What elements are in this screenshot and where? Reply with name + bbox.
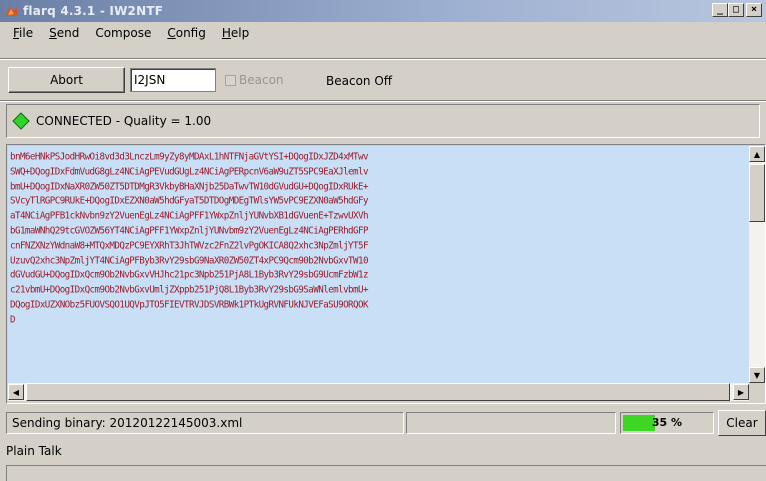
text-line: DQogIDxUZXNObz5FUOVSQO1UQVpJTO5FIEVTRVJD… xyxy=(10,299,368,311)
menu-file[interactable]: File xyxy=(5,26,41,40)
checkbox-box xyxy=(225,74,236,86)
text-line: SWQ+DQogIDxFdmVudG8gLz4NCiAgPEVudGUgLz4N… xyxy=(10,165,368,178)
text-line: dGVudGU+DQogIDxQcm9Ob2NvbGxvVHJhc21pc3Np… xyxy=(10,269,368,281)
scroll-up-icon[interactable]: ▲ xyxy=(749,146,765,162)
menu-help[interactable]: Help xyxy=(214,26,257,40)
text-line: UzuvQ2xhc3NpZmljYT4NCiAgPFByb3RvY29sbG9N… xyxy=(10,254,368,267)
text-line: bG1maWNhQ29tcGVOZW56YT4NCiAgPFF1YWxpZnlj… xyxy=(10,225,368,237)
flarq-app-icon xyxy=(4,3,20,19)
connected-diamond-icon xyxy=(12,112,30,130)
toolbar-divider xyxy=(0,100,766,102)
menu-compose[interactable]: Compose xyxy=(87,26,159,40)
title-bar: flarq 4.3.1 - IW2NTF _ □ × xyxy=(0,0,766,22)
plain-talk-label: Plain Talk xyxy=(6,444,62,458)
clear-button[interactable]: Clear xyxy=(718,410,766,436)
text-line: SVcyTlRGPC9RUkE+DQogIDxEZXN0aW5hdGFyaT5D… xyxy=(10,195,368,207)
vertical-scrollbar[interactable]: ▲ ▼ xyxy=(749,146,765,383)
beacon-label: Beacon xyxy=(239,73,284,87)
menu-bar: File Send Compose Config Help xyxy=(0,22,766,44)
text-line: bmU+DQogIDxNaXR0ZW50ZT5DTDMgR3VkbyBHaXNj… xyxy=(10,180,368,193)
transfer-status: Sending binary: 20120122145003.xml xyxy=(6,412,404,434)
text-line: aT4NCiAgPFB1ckNvbn9zY2VuenEgLz4NCiAgPFF1… xyxy=(10,210,368,222)
beacon-checkbox[interactable]: Beacon xyxy=(222,68,318,92)
maximize-button[interactable]: □ xyxy=(728,3,744,17)
plain-talk-panel: Plain Talk xyxy=(0,440,766,481)
receive-text-panel: bnM6eHNkPSJodHRwOi8vd3d3LnczLm9yZy8yMDAx… xyxy=(6,144,766,404)
scroll-corner xyxy=(749,383,765,401)
text-line: c21vbmU+DQogIDxQcm9Ob2NvbGxvUmljZXppb251… xyxy=(10,284,368,296)
menu-config[interactable]: Config xyxy=(159,26,214,40)
horizontal-scrollbar[interactable]: ◀ ▶ xyxy=(8,383,749,401)
text-line: D xyxy=(10,313,16,326)
progress-percent-label: 35 % xyxy=(651,416,683,429)
beacon-status: Beacon Off xyxy=(326,74,393,88)
scroll-right-icon[interactable]: ▶ xyxy=(733,384,749,400)
status-row: Sending binary: 20120122145003.xml 35 % … xyxy=(0,410,766,436)
transfer-progress-bar: 35 % xyxy=(620,412,714,434)
close-button[interactable]: × xyxy=(746,3,762,17)
window-controls: _ □ × xyxy=(712,3,762,17)
window-title: flarq 4.3.1 - IW2NTF xyxy=(23,4,164,18)
menu-divider xyxy=(0,58,766,60)
connection-status-bar: CONNECTED - Quality = 1.00 xyxy=(6,104,760,138)
callsign-input[interactable] xyxy=(130,68,216,92)
text-line: cnFNZXNzYWdnaW8+MTQxMDQzPC9EYXRhT3JhTWVz… xyxy=(10,239,368,252)
minimize-button[interactable]: _ xyxy=(712,3,728,17)
abort-button[interactable]: Abort xyxy=(8,67,125,93)
scroll-thumb[interactable] xyxy=(749,164,765,222)
text-line: bnM6eHNkPSJodHRwOi8vd3d3LnczLm9yZy8yMDAx… xyxy=(10,151,368,163)
receive-text-area[interactable]: bnM6eHNkPSJodHRwOi8vd3d3LnczLm9yZy8yMDAx… xyxy=(8,146,749,383)
hscroll-thumb[interactable] xyxy=(26,383,730,401)
scroll-down-icon[interactable]: ▼ xyxy=(749,367,765,383)
status-field-secondary xyxy=(406,412,616,434)
plain-talk-input[interactable] xyxy=(6,465,766,481)
menu-send[interactable]: Send xyxy=(41,26,87,40)
scroll-left-icon[interactable]: ◀ xyxy=(8,384,24,400)
connection-status-text: CONNECTED - Quality = 1.00 xyxy=(36,114,212,128)
toolbar: Abort Beacon Beacon Off xyxy=(0,62,766,98)
